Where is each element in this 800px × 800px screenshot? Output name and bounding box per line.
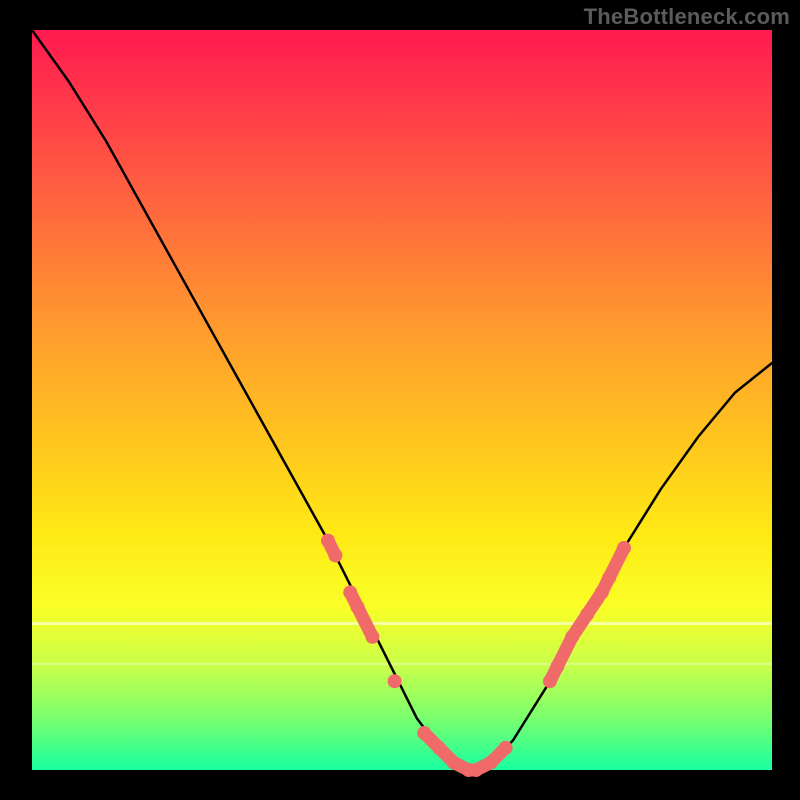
watermark-text: TheBottleneck.com	[584, 4, 790, 30]
curve-layer	[32, 30, 772, 770]
curve-marker	[321, 534, 335, 548]
curve-marker	[343, 585, 357, 599]
curve-marker	[388, 674, 402, 688]
curve-marker	[484, 756, 498, 770]
curve-marker	[565, 630, 579, 644]
curve-markers	[321, 534, 631, 777]
plot-area	[32, 30, 772, 770]
curve-marker	[617, 541, 631, 555]
curve-marker	[469, 763, 483, 777]
curve-marker	[447, 756, 461, 770]
curve-path	[32, 30, 772, 770]
curve-marker	[543, 674, 557, 688]
curve-marker	[351, 600, 365, 614]
curve-marker	[417, 726, 431, 740]
bottleneck-curve	[32, 30, 772, 770]
plot-inner	[32, 30, 772, 770]
curve-marker	[580, 608, 594, 622]
curve-marker	[328, 548, 342, 562]
curve-marker	[365, 630, 379, 644]
curve-marker	[550, 659, 564, 673]
curve-marker	[602, 571, 616, 585]
curve-marker	[499, 741, 513, 755]
chart-frame: TheBottleneck.com	[0, 0, 800, 800]
curve-marker	[595, 585, 609, 599]
curve-marker	[432, 741, 446, 755]
